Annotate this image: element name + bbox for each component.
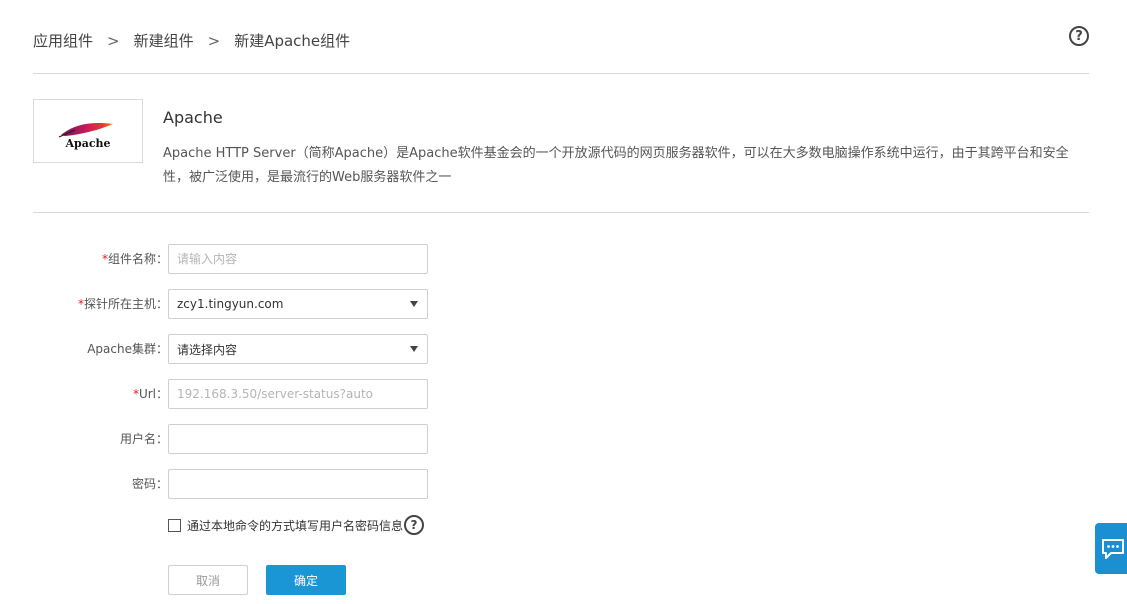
local-command-label: 通过本地命令的方式填写用户名密码信息 — [187, 518, 404, 533]
probe-host-value: zcy1.tingyun.com — [177, 297, 284, 311]
cancel-button[interactable]: 取消 — [168, 565, 248, 595]
component-title: Apache — [163, 108, 223, 127]
component-name-row: *组件名称： — [0, 244, 600, 274]
apache-cluster-select[interactable]: 请选择内容 — [168, 334, 428, 364]
breadcrumb-separator: > — [107, 31, 120, 50]
chat-bubble-icon — [1102, 538, 1124, 559]
password-input[interactable] — [168, 469, 428, 499]
component-logo: Apache — [33, 99, 143, 163]
url-row: *Url： — [0, 379, 600, 409]
component-description: Apache HTTP Server（简称Apache）是Apache软件基金会… — [163, 146, 1069, 185]
probe-host-select[interactable]: zcy1.tingyun.com — [168, 289, 428, 319]
breadcrumb-item-new-component[interactable]: 新建组件 — [134, 30, 194, 51]
url-label: *Url： — [132, 387, 168, 401]
breadcrumb-separator: > — [207, 31, 221, 50]
divider — [33, 212, 1089, 213]
password-row: 密码： — [0, 469, 600, 499]
probe-host-label: *探针所在主机： — [77, 297, 168, 311]
help-icon[interactable]: ? — [404, 515, 425, 535]
local-command-checkbox[interactable] — [168, 518, 181, 532]
apache-cluster-label: Apache集群： — [87, 342, 168, 356]
breadcrumb-item-current: 新建Apache组件 — [234, 32, 351, 50]
confirm-button[interactable]: 确定 — [266, 565, 346, 595]
local-command-option: 通过本地命令的方式填写用户名密码信息 ? — [168, 514, 425, 536]
username-row: 用户名： — [0, 424, 600, 454]
component-name-label: *组件名称： — [101, 252, 168, 266]
divider — [33, 73, 1089, 74]
chat-widget[interactable] — [1095, 523, 1127, 574]
apache-cluster-row: Apache集群： 请选择内容 — [0, 334, 600, 364]
apache-cluster-value: 请选择内容 — [177, 342, 238, 357]
breadcrumb: 应用组件 > 新建组件 > 新建Apache组件 — [33, 30, 350, 51]
caret-down-icon — [410, 301, 418, 307]
logo-text: Apache — [65, 137, 111, 150]
username-input[interactable] — [168, 424, 428, 454]
breadcrumb-item-app-components[interactable]: 应用组件 — [33, 30, 93, 51]
username-label: 用户名： — [119, 432, 168, 446]
url-input[interactable] — [168, 379, 428, 409]
caret-down-icon — [410, 346, 418, 352]
password-label: 密码： — [131, 477, 168, 491]
probe-host-row: *探针所在主机： zcy1.tingyun.com — [0, 289, 600, 319]
component-name-input[interactable] — [168, 244, 428, 274]
help-icon[interactable]: ? — [1069, 26, 1089, 46]
